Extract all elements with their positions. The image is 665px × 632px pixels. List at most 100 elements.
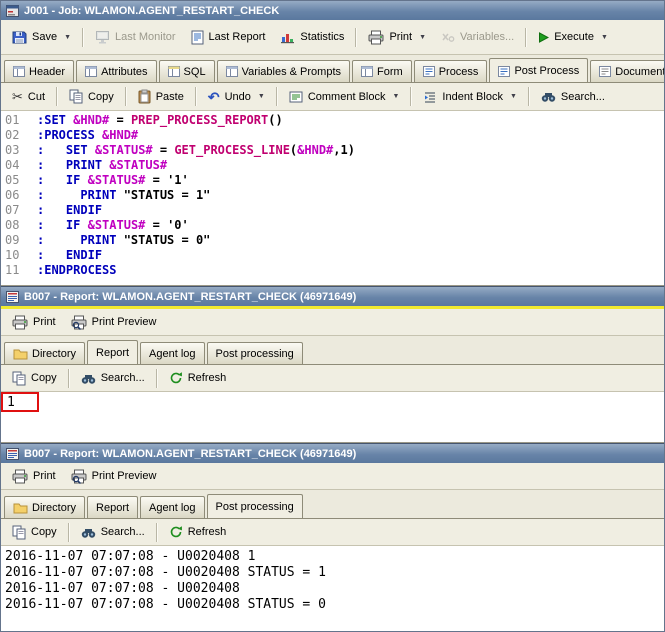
toolbar-separator: [155, 522, 158, 542]
line-number: 03: [5, 143, 20, 157]
report-window-1-title: B007 - Report: WLAMON.AGENT_RESTART_CHEC…: [24, 290, 357, 303]
report-window-1-titlebar[interactable]: B007 - Report: WLAMON.AGENT_RESTART_CHEC…: [1, 286, 664, 306]
toolbar-separator: [527, 87, 530, 106]
code-token: PRINT: [80, 233, 117, 247]
report-icon: [6, 447, 19, 460]
copy-label: Copy: [88, 90, 114, 103]
undo-button[interactable]: ↶ Undo ▼: [201, 88, 272, 106]
tab-variables-prompts[interactable]: Variables & Prompts: [216, 60, 351, 82]
indent-block-label: Indent Block: [442, 90, 503, 103]
indent-block-button[interactable]: Indent Block ▼: [416, 87, 523, 107]
comment-block-button[interactable]: Comment Block ▼: [282, 87, 407, 107]
line-number: 10: [5, 248, 20, 262]
report-refresh-button[interactable]: Refresh: [162, 522, 234, 542]
code-line: 08: IF &STATUS# = '0': [1, 218, 664, 233]
printer-icon: [12, 315, 28, 330]
report-print-preview-button[interactable]: Print Preview: [64, 312, 164, 333]
execute-button[interactable]: Execute ▼: [531, 28, 615, 46]
save-icon: [12, 30, 27, 45]
toolbar-separator: [194, 87, 197, 106]
paste-button[interactable]: Paste: [131, 86, 191, 107]
report-refresh-button[interactable]: Refresh: [162, 368, 234, 388]
tab-label: Report: [96, 347, 130, 359]
code-token: ENDIF: [65, 203, 103, 217]
save-dropdown-icon[interactable]: ▼: [64, 34, 71, 41]
tab-icon-variables-prompts: [225, 66, 238, 77]
report-doc-icon: [191, 30, 204, 45]
tab-directory[interactable]: Directory: [4, 342, 86, 364]
execute-play-icon: [538, 31, 550, 43]
tab-sql[interactable]: SQL: [158, 60, 215, 82]
variables-button[interactable]: Variables...: [434, 28, 521, 46]
tab-documentation[interactable]: Documentation: [590, 60, 664, 82]
tab-label: Report: [96, 501, 130, 514]
statistics-button[interactable]: Statistics: [273, 27, 351, 47]
code-line: 10: ENDIF: [1, 248, 664, 263]
execute-label: Execute: [554, 31, 594, 43]
report-copy-button[interactable]: Copy: [5, 522, 64, 543]
report-search-button[interactable]: Search...: [74, 369, 152, 388]
report-search-label: Search...: [100, 372, 145, 384]
undo-dropdown-icon[interactable]: ▼: [258, 93, 265, 100]
tab-post-processing[interactable]: Post processing: [206, 494, 303, 518]
tab-agent-log[interactable]: Agent log: [140, 342, 205, 364]
report-2-tabstrip: Directory Report Agent log Post processi…: [1, 490, 664, 519]
code-token: IF: [65, 173, 81, 187]
tab-process[interactable]: Process: [413, 60, 488, 82]
job-window-titlebar[interactable]: J001 - Job: WLAMON.AGENT_RESTART_CHECK: [1, 1, 664, 20]
tab-form[interactable]: Form: [352, 60, 412, 82]
report-window-2-titlebar[interactable]: B007 - Report: WLAMON.AGENT_RESTART_CHEC…: [1, 443, 664, 463]
last-monitor-button[interactable]: Last Monitor: [88, 27, 183, 47]
paste-icon: [138, 89, 151, 104]
tab-header[interactable]: Header: [4, 60, 75, 82]
binoculars-icon: [541, 90, 556, 103]
post-processing-log[interactable]: 2016-11-07 07:07:08 - U0020408 1 2016-11-…: [1, 546, 664, 631]
tab-report[interactable]: Report: [87, 496, 139, 518]
report-refresh-label: Refresh: [187, 372, 227, 384]
search-button[interactable]: Search...: [534, 87, 612, 106]
save-button[interactable]: Save ▼: [5, 27, 78, 48]
report-print-button[interactable]: Print: [5, 312, 63, 333]
tab-agent-log[interactable]: Agent log: [140, 496, 205, 518]
line-number: 08: [5, 218, 20, 232]
report-copy-button[interactable]: Copy: [5, 368, 64, 389]
print-dropdown-icon[interactable]: ▼: [419, 34, 426, 41]
tab-attributes[interactable]: Attributes: [76, 60, 157, 82]
tab-directory[interactable]: Directory: [4, 496, 86, 518]
copy-icon: [12, 371, 26, 386]
script-editor[interactable]: 01:SET &HND# = PREP_PROCESS_REPORT() 02:P…: [1, 111, 664, 286]
tab-post-process[interactable]: Post Process: [489, 58, 589, 82]
report-search-label: Search...: [100, 526, 145, 538]
copy-button[interactable]: Copy: [62, 86, 121, 107]
execute-dropdown-icon[interactable]: ▼: [601, 34, 608, 41]
save-label: Save: [32, 31, 58, 43]
last-report-button[interactable]: Last Report: [184, 27, 273, 48]
tab-label: Post processing: [215, 347, 294, 360]
statistics-icon: [280, 30, 295, 44]
tab-report[interactable]: Report: [87, 340, 139, 364]
report-copy-label: Copy: [31, 526, 57, 538]
comment-block-label: Comment Block: [307, 90, 386, 103]
report-print-button[interactable]: Print: [5, 466, 63, 487]
print-label: Print: [389, 31, 413, 43]
variables-icon: [441, 31, 455, 43]
binoculars-icon: [81, 526, 96, 539]
report-content[interactable]: 1: [1, 392, 664, 443]
report-print-preview-button[interactable]: Print Preview: [64, 466, 164, 487]
tab-label: Agent log: [149, 347, 196, 360]
comment-block-dropdown-icon[interactable]: ▼: [392, 93, 399, 100]
line-number: 01: [5, 113, 20, 127]
cut-button[interactable]: ✂ Cut: [5, 88, 52, 106]
report-search-button[interactable]: Search...: [74, 523, 152, 542]
report-2-print-toolbar: Print Print Preview: [1, 463, 664, 490]
code-token: (): [268, 113, 283, 127]
code-token: &HND#: [297, 143, 334, 157]
indent-block-dropdown-icon[interactable]: ▼: [510, 93, 517, 100]
indent-block-icon: [423, 90, 437, 104]
tab-post-processing[interactable]: Post processing: [206, 342, 303, 364]
print-button[interactable]: Print ▼: [361, 27, 433, 48]
